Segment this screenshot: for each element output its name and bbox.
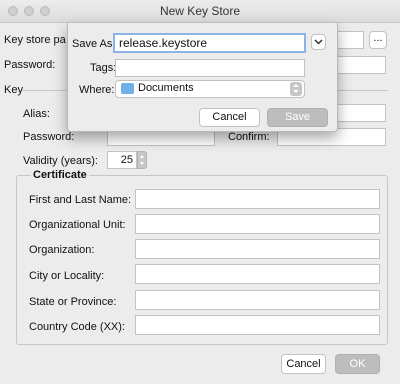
first-last-name-field[interactable] bbox=[135, 189, 380, 209]
sheet-cancel-button[interactable]: Cancel bbox=[199, 108, 260, 127]
chevron-down-icon bbox=[314, 39, 323, 45]
where-label: Where: bbox=[79, 84, 115, 96]
country-code-label: Country Code (XX): bbox=[29, 321, 125, 333]
validity-label: Validity (years): bbox=[23, 155, 98, 167]
organizational-unit-field[interactable] bbox=[135, 214, 380, 234]
validity-stepper[interactable] bbox=[137, 151, 147, 169]
popup-arrows-icon bbox=[290, 82, 302, 96]
keystore-path-label: Key store pa bbox=[4, 34, 66, 46]
sheet-save-button[interactable]: Save bbox=[267, 108, 328, 127]
organizational-unit-label: Organizational Unit: bbox=[29, 219, 126, 231]
key-password-label: Password: bbox=[23, 131, 75, 143]
organization-label: Organization: bbox=[29, 244, 95, 256]
country-code-field[interactable] bbox=[135, 315, 380, 335]
certificate-group-title: Certificate bbox=[31, 169, 89, 181]
organization-field[interactable] bbox=[135, 239, 380, 259]
key-section-label: Key bbox=[4, 84, 23, 96]
window-title: New Key Store bbox=[159, 4, 241, 18]
save-as-field[interactable]: release.keystore bbox=[113, 33, 306, 53]
first-last-name-label: First and Last Name: bbox=[29, 194, 132, 206]
city-locality-field[interactable] bbox=[135, 264, 380, 284]
where-value: Documents bbox=[138, 82, 194, 94]
alias-field[interactable] bbox=[336, 104, 386, 122]
save-as-label: Save As: bbox=[72, 38, 116, 50]
tags-label: Tags: bbox=[90, 62, 117, 74]
ok-button[interactable]: OK bbox=[335, 354, 380, 374]
key-section-divider-right bbox=[336, 90, 388, 91]
where-popup[interactable]: Documents bbox=[115, 80, 305, 98]
expand-sheet-button[interactable] bbox=[311, 34, 326, 50]
state-province-field[interactable] bbox=[135, 290, 380, 310]
password-field[interactable] bbox=[336, 56, 386, 74]
folder-icon bbox=[121, 83, 134, 94]
browse-button[interactable]: ... bbox=[369, 31, 387, 49]
city-locality-label: City or Locality: bbox=[29, 270, 105, 282]
key-section-divider bbox=[22, 90, 66, 91]
tags-field[interactable] bbox=[115, 59, 305, 77]
cancel-button[interactable]: Cancel bbox=[281, 354, 326, 374]
password-label: Password: bbox=[4, 59, 56, 71]
validity-field[interactable]: 25 bbox=[107, 151, 137, 169]
alias-label: Alias: bbox=[23, 108, 50, 120]
keystore-path-field[interactable] bbox=[336, 31, 364, 49]
state-province-label: State or Province: bbox=[29, 296, 117, 308]
stepper-down-icon[interactable] bbox=[140, 162, 144, 165]
confirm-label: Confirm: bbox=[228, 131, 270, 143]
stepper-up-icon[interactable] bbox=[140, 155, 144, 158]
